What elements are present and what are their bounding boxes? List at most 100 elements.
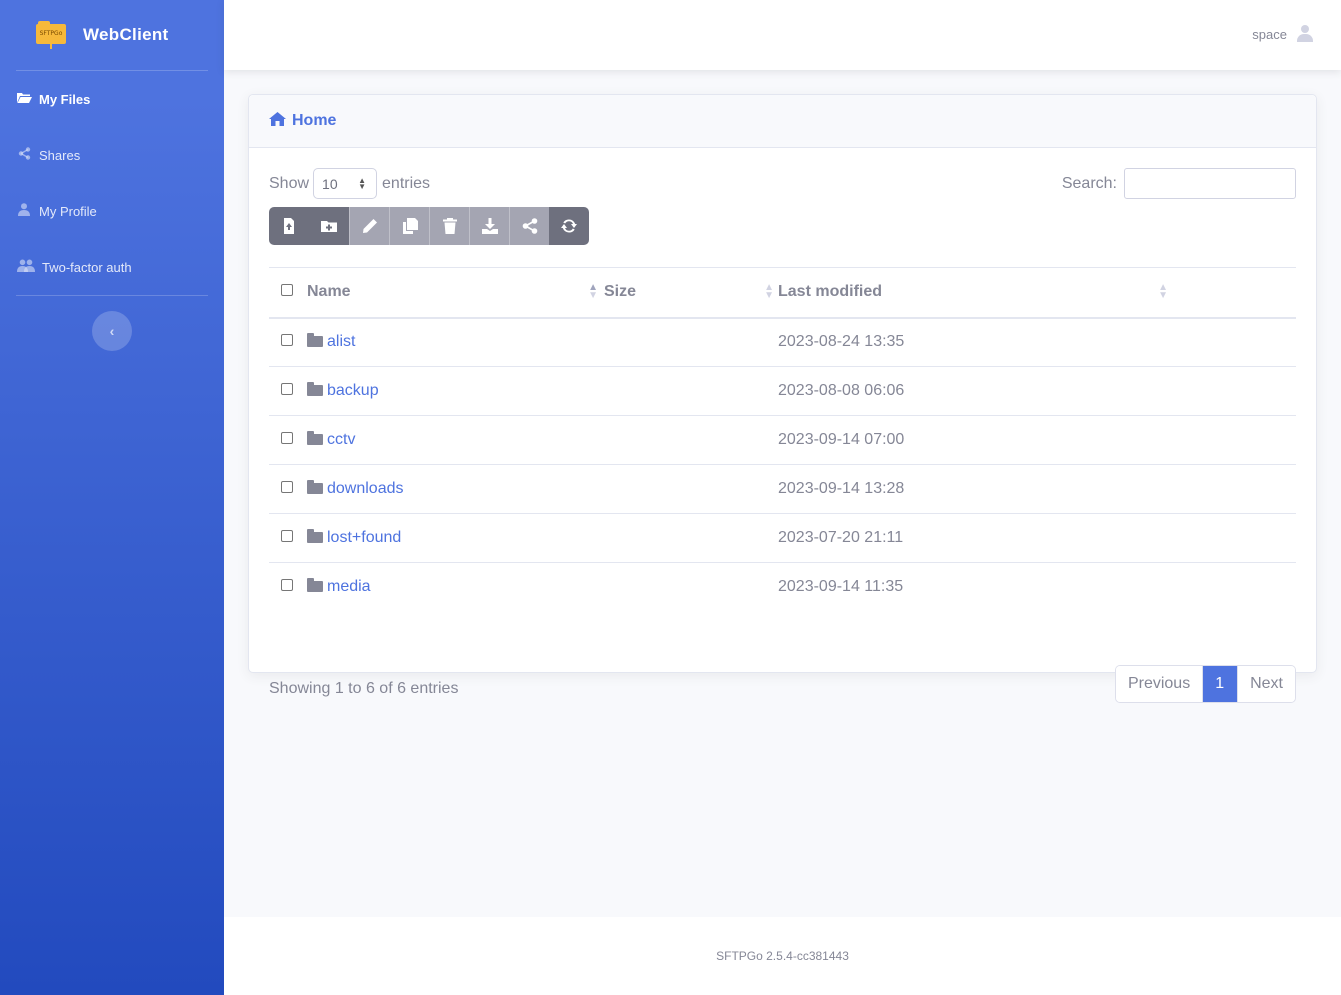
file-name-link[interactable]: alist [327,333,355,350]
table-info: Showing 1 to 6 of 6 entries [269,680,459,697]
refresh-icon [561,219,577,233]
search-input[interactable] [1124,168,1296,199]
refresh-button[interactable] [549,207,589,245]
sidebar-item-my-files[interactable]: My Files [0,71,224,127]
row-checkbox[interactable] [281,481,293,493]
folder-icon [307,333,323,348]
file-toolbar [269,207,589,245]
upload-file-icon [284,218,294,234]
share-button[interactable] [509,207,549,245]
page-length-control: Show 10 ▲ ▼ entries [269,168,430,199]
row-checkbox[interactable] [281,334,293,347]
sidebar-item-my-profile[interactable]: My Profile [0,183,224,239]
file-name-link[interactable]: downloads [327,480,404,497]
row-checkbox[interactable] [281,383,293,395]
user-menu[interactable]: space [1252,24,1313,44]
folder-icon [307,382,323,396]
sidebar-item-two-factor-auth[interactable]: Two-factor auth [0,239,224,295]
file-modified: 2023-07-20 21:11 [778,513,1296,563]
username: space [1252,26,1287,42]
download-icon [481,218,498,234]
folder-icon [307,431,323,445]
file-size [604,563,778,612]
column-header-size[interactable]: Size ▲ ▼ [604,267,778,319]
home-icon [269,111,286,131]
table-row[interactable]: downloads 2023-09-14 13:28 [269,464,1296,514]
file-name-link[interactable]: backup [327,382,379,399]
rename-icon [362,219,377,233]
row-checkbox[interactable] [281,579,293,592]
pagination: Previous 1 Next [1114,665,1296,703]
topbar: space [224,0,1341,70]
file-size [604,317,778,367]
page-length-value: 10 [322,175,338,192]
share-icon [522,218,537,234]
page-length-select[interactable]: 10 ▲ ▼ [313,168,378,199]
rename-button[interactable] [349,207,389,245]
file-name-link[interactable]: cctv [327,431,355,448]
share-icon [16,147,32,163]
download-button[interactable] [469,207,509,245]
file-modified: 2023-09-14 07:00 [778,415,1296,465]
column-header-name[interactable]: Name ▲ ▼ [307,267,604,319]
breadcrumb: Home [249,95,1316,148]
copy-icon [402,218,418,234]
sort-icon: ▲ ▼ [764,282,774,301]
breadcrumb-home-link[interactable]: Home [292,112,336,130]
table-row[interactable]: media 2023-09-14 11:35 [269,563,1296,612]
next-page-button[interactable]: Next [1237,666,1295,702]
entries-label: entries [382,174,431,192]
file-name-link[interactable]: media [327,578,371,595]
previous-page-button[interactable]: Previous [1115,666,1203,702]
file-modified: 2023-09-14 11:35 [778,578,904,596]
sidebar-toggle-button[interactable]: ‹ [92,311,132,351]
delete-icon [442,218,457,234]
add-folder-button[interactable] [309,207,349,245]
sort-asc-icon: ▲ ▼ [588,282,598,301]
select-all-cell [269,267,307,319]
file-size [604,415,778,465]
chevron-left-icon: ‹ [109,323,115,339]
column-header-modified[interactable]: Last modified ▲ ▼ [778,267,1296,319]
add-folder-icon [321,221,337,232]
files-card: Home Show 10 ▲ ▼ entries Search: Name ▲ … [248,94,1317,703]
folder-icon [307,480,323,494]
table-row[interactable]: alist 2023-08-24 13:35 [269,317,1296,367]
user-icon [16,203,32,219]
folder-open-icon [16,91,32,107]
sidebar-item-shares[interactable]: Shares [0,127,224,183]
show-label: Show [269,174,310,192]
version-text: SFTPGo 2.5.4-cc381443 [716,949,849,963]
upload-file-button[interactable] [269,207,309,245]
table-row[interactable]: lost+found 2023-07-20 21:11 [269,513,1296,563]
file-modified: 2023-08-08 06:06 [778,366,1296,416]
sidebar-item-label: My Profile [39,203,97,219]
user-avatar-icon [1297,24,1313,44]
logo-text: SFTPGo [39,30,63,37]
table-row[interactable]: backup 2023-08-08 06:06 [269,366,1296,416]
table-row[interactable]: cctv 2023-09-14 07:00 [269,415,1296,465]
sidebar-item-label: My Files [39,91,91,107]
row-checkbox[interactable] [281,530,293,542]
file-modified: 2023-08-24 13:35 [778,317,1296,367]
folder-icon [307,529,323,543]
file-name-link[interactable]: lost+found [327,529,401,546]
sidebar-item-label: Shares [39,147,81,163]
table-header-row: Name ▲ ▼ Size ▲ ▼ Last modified ▲ ▼ [269,267,1296,319]
folder-icon [307,578,323,593]
copy-button[interactable] [389,207,429,245]
brand[interactable]: SFTPGo WebClient [0,0,224,70]
brand-name: WebClient [83,25,169,44]
footer: SFTPGo 2.5.4-cc381443 [224,917,1341,995]
delete-button[interactable] [429,207,469,245]
file-modified: 2023-09-14 13:28 [778,464,1296,514]
select-all-checkbox[interactable] [281,284,293,297]
select-arrows-icon: ▲ ▼ [358,175,367,191]
files-table: Name ▲ ▼ Size ▲ ▼ Last modified ▲ ▼ alis… [269,267,1296,612]
sidebar-item-label: Two-factor auth [42,259,132,275]
page-1-button[interactable]: 1 [1202,666,1238,702]
row-checkbox[interactable] [281,432,293,444]
file-size [604,464,778,514]
file-size [604,366,778,416]
sftpgo-logo: SFTPGo [36,20,66,50]
